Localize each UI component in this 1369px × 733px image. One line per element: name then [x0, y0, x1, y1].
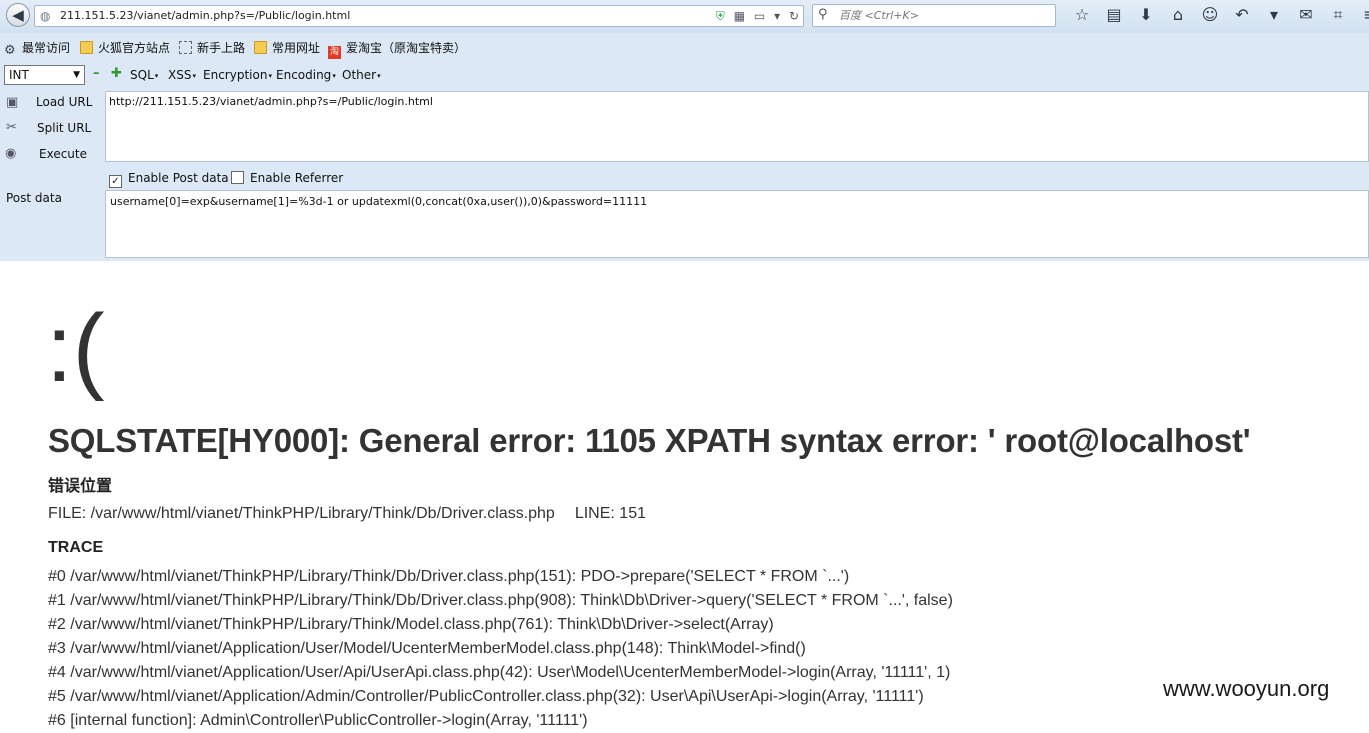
- error-title: SQLSTATE[HY000]: General error: 1105 XPA…: [48, 422, 1251, 459]
- error-file-line: FILE: /var/www/html/vianet/ThinkPHP/Libr…: [48, 504, 646, 524]
- error-file: FILE: /var/www/html/vianet/ThinkPHP/Libr…: [48, 505, 555, 522]
- browser-chrome: ◀ ◍ 211.151.5.23/vianet/admin.php?s=/Pub…: [0, 0, 1369, 261]
- post-data-value[interactable]: username[0]=exp&username[1]=%3d-1 or upd…: [110, 195, 647, 209]
- load-url-icon[interactable]: ▣: [6, 96, 18, 110]
- chat-icon[interactable]: ☺: [1194, 5, 1226, 25]
- search-bar[interactable]: ⚲ 百度 <Ctrl+K>: [812, 4, 1056, 27]
- screenshot-icon[interactable]: ⌗: [1322, 5, 1354, 25]
- post-data-textarea[interactable]: username[0]=exp&username[1]=%3d-1 or upd…: [105, 190, 1369, 258]
- search-icon: ⚲: [818, 7, 828, 22]
- scissors-icon[interactable]: ✂: [6, 121, 17, 135]
- reload-icon[interactable]: ↻: [789, 9, 799, 23]
- gear-icon: ⚙: [4, 43, 16, 58]
- bookmark-most-visited[interactable]: ⚙ 最常访问: [4, 40, 70, 57]
- play-icon[interactable]: ◉: [5, 147, 16, 161]
- taobao-icon: 淘: [328, 46, 341, 59]
- toolbar-icons: ☆▤⬇⌂☺↶▾✉⌗≡: [1066, 5, 1369, 25]
- qr-code-icon[interactable]: ▦: [734, 9, 745, 23]
- trace-line: #3 /var/www/html/vianet/Application/User…: [48, 640, 806, 657]
- execute-button[interactable]: Execute: [39, 147, 87, 161]
- hackbar-toolbar: INT ▼ – ✚ SQL▾ XSS▾ Encryption▾ Encoding▾…: [0, 63, 1369, 87]
- increment-icon[interactable]: ✚: [111, 67, 122, 81]
- dashed-box-icon: [179, 41, 192, 54]
- reader-view-icon[interactable]: ▭: [754, 9, 765, 23]
- post-data-label: Post data: [6, 191, 62, 205]
- home-icon[interactable]: ⌂: [1162, 5, 1194, 25]
- shield-icon[interactable]: ⛨: [716, 9, 725, 23]
- enable-post-checkbox[interactable]: ✓ Enable Post data: [109, 171, 229, 188]
- trace-line: #4 /var/www/html/vianet/Application/User…: [48, 664, 951, 681]
- sad-face: :(: [46, 295, 105, 402]
- clipboard-icon[interactable]: ▤: [1098, 5, 1130, 25]
- menu-sql[interactable]: SQL▾: [130, 68, 158, 83]
- navigation-bar: ◀ ◍ 211.151.5.23/vianet/admin.php?s=/Pub…: [0, 0, 1369, 33]
- decrement-icon[interactable]: –: [93, 67, 100, 81]
- folder-icon: [254, 41, 267, 54]
- bookmark-firefox-site[interactable]: 火狐官方站点: [80, 40, 170, 56]
- enable-referrer-checkbox[interactable]: Enable Referrer: [231, 171, 343, 185]
- comment-icon[interactable]: ✉: [1290, 5, 1322, 25]
- folder-icon: [80, 41, 93, 54]
- split-url-button[interactable]: Split URL: [37, 121, 91, 135]
- menu-encryption[interactable]: Encryption▾: [203, 68, 272, 83]
- globe-icon: ◍: [40, 9, 51, 23]
- load-url-button[interactable]: Load URL: [36, 95, 92, 109]
- trace-line: #0 /var/www/html/vianet/ThinkPHP/Library…: [48, 568, 850, 585]
- bookmark-common-sites[interactable]: 常用网址: [254, 40, 320, 56]
- chevron-down-icon: ▼: [73, 70, 80, 80]
- trace-line: #2 /var/www/html/vianet/ThinkPHP/Library…: [48, 616, 774, 633]
- menu-icon[interactable]: ≡: [1354, 5, 1369, 25]
- trace-heading: TRACE: [48, 539, 104, 556]
- bookmarks-bar: ⚙ 最常访问 火狐官方站点 新手上路 常用网址 淘爱淘宝（原淘宝特卖）: [0, 36, 1369, 60]
- undo-icon[interactable]: ↶: [1226, 5, 1258, 25]
- star-icon[interactable]: ☆: [1066, 5, 1098, 25]
- search-placeholder: 百度 <Ctrl+K>: [839, 9, 919, 22]
- menu-encoding[interactable]: Encoding▾: [276, 68, 336, 83]
- trace-line: #5 /var/www/html/vianet/Application/Admi…: [48, 688, 924, 705]
- download-icon[interactable]: ⬇: [1130, 5, 1162, 25]
- dropdown-arrow-icon[interactable]: ▾: [774, 9, 780, 23]
- error-line: LINE: 151: [574, 505, 646, 522]
- trace-line: #1 /var/www/html/vianet/ThinkPHP/Library…: [48, 592, 953, 609]
- menu-xss[interactable]: XSS▾: [168, 68, 196, 83]
- type-select[interactable]: INT ▼: [4, 65, 85, 85]
- bookmark-getting-started[interactable]: 新手上路: [179, 40, 245, 56]
- error-location-heading: 错误位置: [48, 478, 113, 495]
- watermark: www.wooyun.org: [1163, 676, 1330, 702]
- menu-other[interactable]: Other▾: [342, 68, 381, 83]
- checkbox-unchecked-icon[interactable]: [231, 171, 244, 184]
- trace-list: #0 /var/www/html/vianet/ThinkPHP/Library…: [48, 565, 953, 733]
- address-text[interactable]: 211.151.5.23/vianet/admin.php?s=/Public/…: [60, 9, 350, 23]
- address-bar[interactable]: ◍ 211.151.5.23/vianet/admin.php?s=/Publi…: [34, 5, 804, 27]
- trace-line: #6 [internal function]: Admin\Controller…: [48, 712, 588, 729]
- checkbox-checked-icon[interactable]: ✓: [109, 175, 122, 188]
- url-textarea-value[interactable]: http://211.151.5.23/vianet/admin.php?s=/…: [109, 95, 433, 109]
- bookmark-aitaobao[interactable]: 淘爱淘宝（原淘宝特卖）: [328, 40, 466, 59]
- url-textarea[interactable]: http://211.151.5.23/vianet/admin.php?s=/…: [105, 91, 1369, 162]
- caret-icon[interactable]: ▾: [1258, 5, 1290, 25]
- back-button[interactable]: ◀: [6, 3, 30, 27]
